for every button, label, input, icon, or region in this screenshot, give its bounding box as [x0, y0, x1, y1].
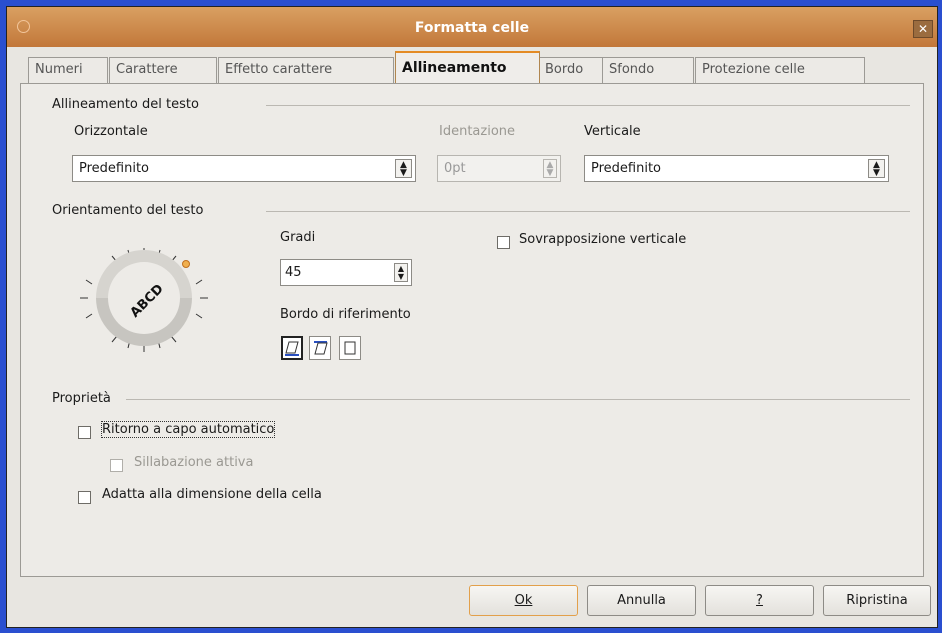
tab-label: Bordo: [545, 62, 584, 77]
degrees-value: 45: [285, 265, 302, 280]
reset-button-label: Ripristina: [846, 593, 908, 608]
reference-edge-bottom-button[interactable]: [281, 336, 303, 360]
text-extension-bottom-icon: [285, 341, 299, 356]
divider: [266, 211, 910, 212]
vertical-stacking-checkbox[interactable]: [497, 236, 510, 249]
close-icon[interactable]: ✕: [913, 20, 933, 38]
section-heading-text-alignment: Allineamento del testo: [52, 97, 199, 112]
tab-effetto-carattere[interactable]: Effetto carattere: [218, 57, 394, 83]
vertical-select[interactable]: Predefinito ▲ ▼: [584, 155, 889, 182]
help-button[interactable]: ?: [705, 585, 814, 616]
vertical-select-value: Predefinito: [591, 161, 662, 176]
degrees-input[interactable]: 45 ▲ ▼: [280, 259, 412, 286]
tab-protezione-celle[interactable]: Protezione celle: [695, 57, 865, 83]
text-extension-inside-icon: [344, 341, 356, 355]
cancel-button-label: Annulla: [617, 593, 666, 608]
section-heading-orientation: Orientamento del testo: [52, 203, 204, 218]
reference-edge-inside-button[interactable]: [339, 336, 361, 360]
reference-edge-label: Bordo di riferimento: [280, 307, 411, 322]
cancel-button[interactable]: Annulla: [587, 585, 696, 616]
orientation-dial[interactable]: ABCD: [68, 240, 220, 362]
horizontal-select[interactable]: Predefinito ▲ ▼: [72, 155, 416, 182]
tab-bordo[interactable]: Bordo: [538, 57, 603, 83]
hyphenation-label: Sillabazione attiva: [134, 455, 254, 470]
reference-edge-top-button[interactable]: [309, 336, 331, 360]
section-heading-properties: Proprietà: [52, 391, 111, 406]
indent-value: 0pt: [444, 161, 466, 176]
ok-button[interactable]: Ok: [469, 585, 578, 616]
degrees-label: Gradi: [280, 230, 316, 245]
chevron-updown-icon: ▲ ▼: [395, 159, 412, 178]
vertical-stacking-label: Sovrapposizione verticale: [519, 232, 687, 247]
horizontal-select-value: Predefinito: [79, 161, 150, 176]
horizontal-label: Orizzontale: [74, 124, 148, 139]
spin-arrows-icon: ▲ ▼: [543, 159, 557, 178]
hyphenation-checkbox: [110, 459, 123, 472]
dial-sample-text: ABCD: [128, 281, 167, 320]
spin-arrows-icon[interactable]: ▲ ▼: [394, 263, 408, 282]
tab-label: Allineamento: [402, 60, 507, 76]
title-bar[interactable]: Formatta celle ✕: [7, 7, 937, 47]
indent-label: Identazione: [439, 124, 516, 139]
tab-carattere[interactable]: Carattere: [109, 57, 217, 83]
wrap-text-label: Ritorno a capo automatico: [100, 421, 276, 438]
wrap-text-checkbox[interactable]: [78, 426, 91, 439]
tab-label: Protezione celle: [702, 62, 805, 77]
window-title: Formatta celle: [414, 20, 530, 36]
ok-button-label: Ok: [514, 593, 533, 608]
shrink-to-fit-label: Adatta alla dimensione della cella: [102, 487, 322, 502]
tab-label: Effetto carattere: [225, 62, 333, 77]
text-extension-top-icon: [314, 341, 328, 355]
tab-numeri[interactable]: Numeri: [28, 57, 108, 83]
divider: [266, 105, 910, 106]
tab-label: Sfondo: [609, 62, 655, 77]
indent-input[interactable]: 0pt ▲ ▼: [437, 155, 561, 182]
tab-allineamento[interactable]: Allineamento: [395, 51, 540, 84]
divider: [126, 399, 910, 400]
vertical-label: Verticale: [584, 124, 641, 139]
reset-button[interactable]: Ripristina: [823, 585, 931, 616]
help-button-label: ?: [756, 593, 763, 608]
shrink-to-fit-checkbox[interactable]: [78, 491, 91, 504]
tab-label: Numeri: [35, 62, 83, 77]
tab-label: Carattere: [116, 62, 178, 77]
tab-sfondo[interactable]: Sfondo: [602, 57, 694, 83]
chevron-updown-icon: ▲ ▼: [868, 159, 885, 178]
